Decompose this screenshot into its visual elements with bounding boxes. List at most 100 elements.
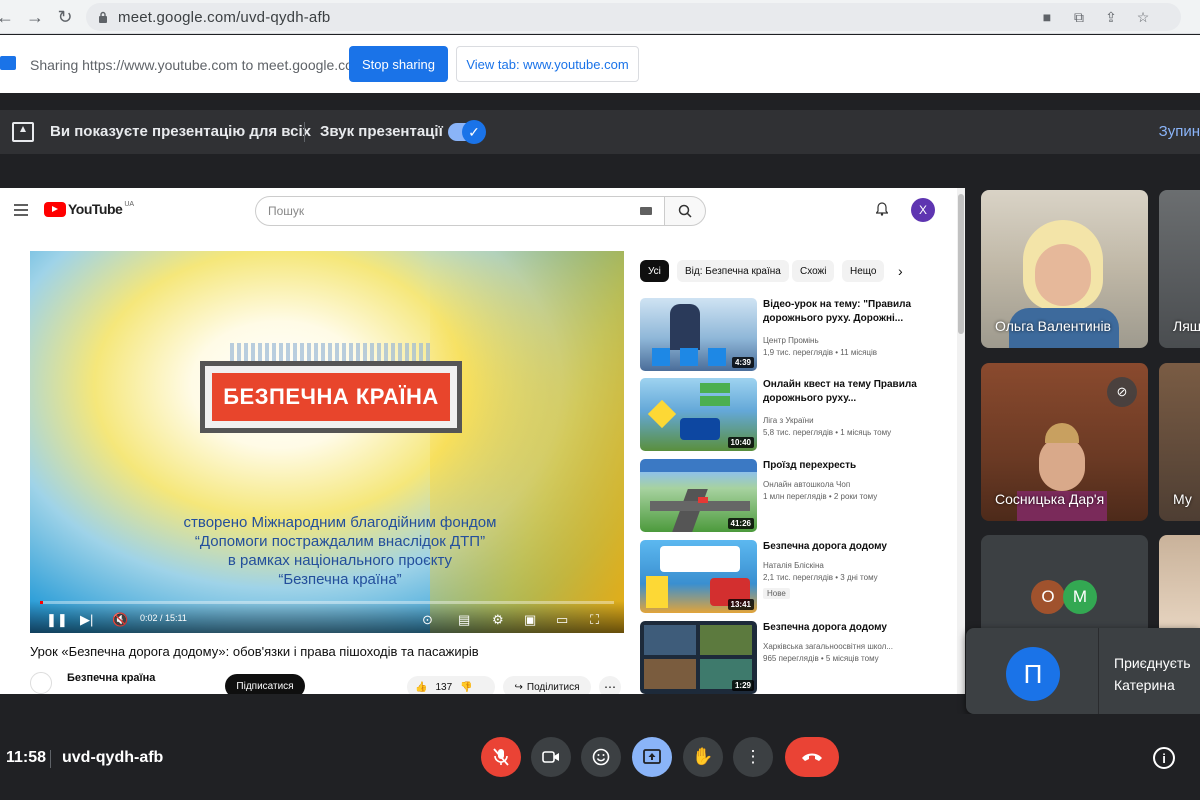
scrollbar[interactable] (957, 188, 965, 694)
channel-avatar[interactable] (30, 672, 52, 694)
check-icon: ✓ (462, 120, 486, 144)
settings-gear-icon[interactable]: ⚙ (492, 612, 504, 628)
participant-tile[interactable] (1159, 535, 1200, 635)
participant-tile[interactable]: ⊘ Сосницька Дар'я (981, 363, 1148, 521)
presenting-text: Ви показуєте презентацію для всіх (50, 123, 311, 140)
related-video-title: Проїзд перехресть (763, 460, 857, 471)
video-thumbnail: 41:26 (640, 459, 757, 532)
raise-hand-button[interactable]: ✋ (683, 737, 723, 777)
youtube-logo-text: YouTube (68, 201, 123, 217)
scrollbar-thumb[interactable] (958, 194, 964, 334)
view-tab-button[interactable]: View tab: www.youtube.com (456, 46, 639, 82)
participant-tile[interactable]: Ольга Валентинів (981, 190, 1148, 348)
meeting-info-icon[interactable]: i (1153, 747, 1175, 769)
caption-line: створено Міжнародним благодійним фондом (183, 514, 497, 531)
related-video[interactable]: 4:39 Відео-урок на тему: "Правила дорожн… (640, 298, 960, 374)
video-caption: створено Міжнародним благодійним фондом … (160, 513, 520, 589)
chip-similar[interactable]: Схожі (792, 260, 835, 282)
address-bar[interactable]: meet.google.com/uvd-qydh-afb ■ ⧉ ⇪ ☆ (86, 3, 1181, 31)
shared-tab-youtube: YouTube UA Пошук X БЕЗПЕЧНА КРАЇНА створ… (0, 188, 965, 694)
participant-tile[interactable]: Ляш (1159, 190, 1200, 348)
join-line-1: Приєднуєть (1114, 655, 1191, 671)
divider (50, 750, 51, 768)
miniplayer-icon[interactable]: ▣ (524, 612, 536, 628)
chevron-right-icon[interactable]: › (898, 263, 903, 279)
translate-icon[interactable]: ⧉ (1071, 9, 1087, 25)
brand-banner: БЕЗПЕЧНА КРАЇНА (200, 361, 462, 433)
keyboard-icon[interactable] (640, 207, 652, 215)
leave-call-button[interactable] (785, 737, 839, 777)
like-button[interactable]: 👍 137 👎 (407, 676, 495, 694)
theater-mode-icon[interactable]: ▭ (556, 612, 568, 628)
video-player[interactable]: БЕЗПЕЧНА КРАЇНА створено Міжнародним бла… (30, 251, 624, 633)
participant-tile[interactable]: Му (1159, 363, 1200, 521)
related-meta: 1 млн переглядів • 2 роки тому (763, 492, 878, 501)
autoplay-toggle-icon[interactable]: ⊙ (422, 612, 433, 628)
share-arrow-icon: ↪ (514, 681, 523, 693)
related-video[interactable]: 13:41 Безпечна дорога додому Наталія Блі… (640, 540, 960, 616)
reload-icon[interactable]: ↻ (52, 4, 78, 30)
video-duration: 1:29 (731, 680, 754, 691)
hand-icon: ✋ (692, 747, 714, 766)
star-icon[interactable]: ☆ (1135, 9, 1151, 25)
subscribe-button[interactable]: Підписатися (225, 674, 305, 694)
stop-presenting-button[interactable]: Зупин (1159, 123, 1200, 140)
mute-icon[interactable]: 🔇 (112, 612, 128, 628)
present-button[interactable] (632, 737, 672, 777)
share-button[interactable]: ↪ Поділитися (503, 676, 591, 694)
chip-from-channel[interactable]: Від: Безпечна країна (677, 260, 789, 282)
related-video[interactable]: 41:26 Проїзд перехресть Онлайн автошкола… (640, 459, 960, 535)
youtube-region: UA (124, 200, 135, 208)
hamburger-menu-icon[interactable] (14, 204, 28, 216)
pause-icon[interactable]: ❚❚ (46, 612, 68, 628)
present-screen-icon (643, 749, 661, 764)
presentation-audio-toggle[interactable]: ✓ (448, 120, 486, 144)
chip-all[interactable]: Усі (640, 260, 669, 282)
camera-button[interactable] (531, 737, 571, 777)
fullscreen-icon[interactable]: ⛶ (590, 612, 599, 628)
channel-name[interactable]: Безпечна країна (67, 672, 155, 684)
mic-off-icon: ⊘ (1107, 377, 1137, 407)
participant-name: Сосницька Дар'я (995, 491, 1105, 507)
bell-icon[interactable] (875, 202, 889, 216)
related-meta: 5,8 тис. переглядів • 1 місяць тому (763, 428, 892, 437)
related-video[interactable]: 10:40 Онлайн квест на тему Правила дорож… (640, 378, 960, 454)
subtitles-icon[interactable]: ▤ (458, 612, 470, 628)
youtube-search-input[interactable]: Пошук (255, 196, 665, 226)
presentation-audio-label: Звук презентації (320, 123, 443, 140)
youtube-logo[interactable]: YouTube UA (44, 201, 134, 217)
thumbs-down-icon[interactable]: 👎 (460, 682, 472, 693)
related-channel: Центр Промінь (763, 336, 819, 345)
chip-more[interactable]: Нещо (842, 260, 885, 282)
related-meta: 965 переглядів • 5 місяців тому (763, 654, 879, 663)
search-icon[interactable] (664, 196, 706, 226)
related-video[interactable]: 1:29 Безпечна дорога додому Харківська з… (640, 621, 960, 694)
more-options-icon[interactable]: ⋯ (599, 676, 621, 694)
emoji-button[interactable] (581, 737, 621, 777)
meeting-time: 11:58 (6, 749, 47, 766)
next-icon[interactable]: ▶| (80, 612, 93, 628)
share-icon[interactable]: ⇪ (1103, 9, 1119, 25)
video-thumbnail: 1:29 (640, 621, 757, 694)
forward-arrow-icon[interactable]: → (22, 4, 48, 30)
camera-icon[interactable]: ■ (1039, 9, 1055, 25)
related-channel: Онлайн автошкола Чоп (763, 480, 851, 489)
more-options-button[interactable]: ⋮ (733, 737, 773, 777)
participant-group-tile[interactable]: О М (981, 535, 1148, 635)
youtube-play-icon (44, 201, 66, 217)
back-arrow-icon[interactable]: ← (0, 4, 18, 30)
url-text: meet.google.com/uvd-qydh-afb (118, 8, 331, 26)
video-progress-bar[interactable] (40, 601, 614, 604)
lock-icon (99, 11, 107, 23)
screen-share-icon (0, 56, 16, 70)
join-notification[interactable]: П Приєднуєть Катерина (966, 628, 1200, 714)
joining-avatar: П (1006, 647, 1060, 701)
video-time: 0:02 / 15:11 (140, 613, 187, 623)
video-thumbnail: 13:41 (640, 540, 757, 613)
thumbs-up-icon: 👍 (415, 681, 428, 693)
account-avatar[interactable]: X (911, 198, 935, 222)
stop-sharing-button[interactable]: Stop sharing (349, 46, 448, 82)
mic-off-button[interactable] (481, 737, 521, 777)
video-duration: 13:41 (727, 599, 754, 610)
related-channel: Ліга з України (763, 416, 814, 425)
